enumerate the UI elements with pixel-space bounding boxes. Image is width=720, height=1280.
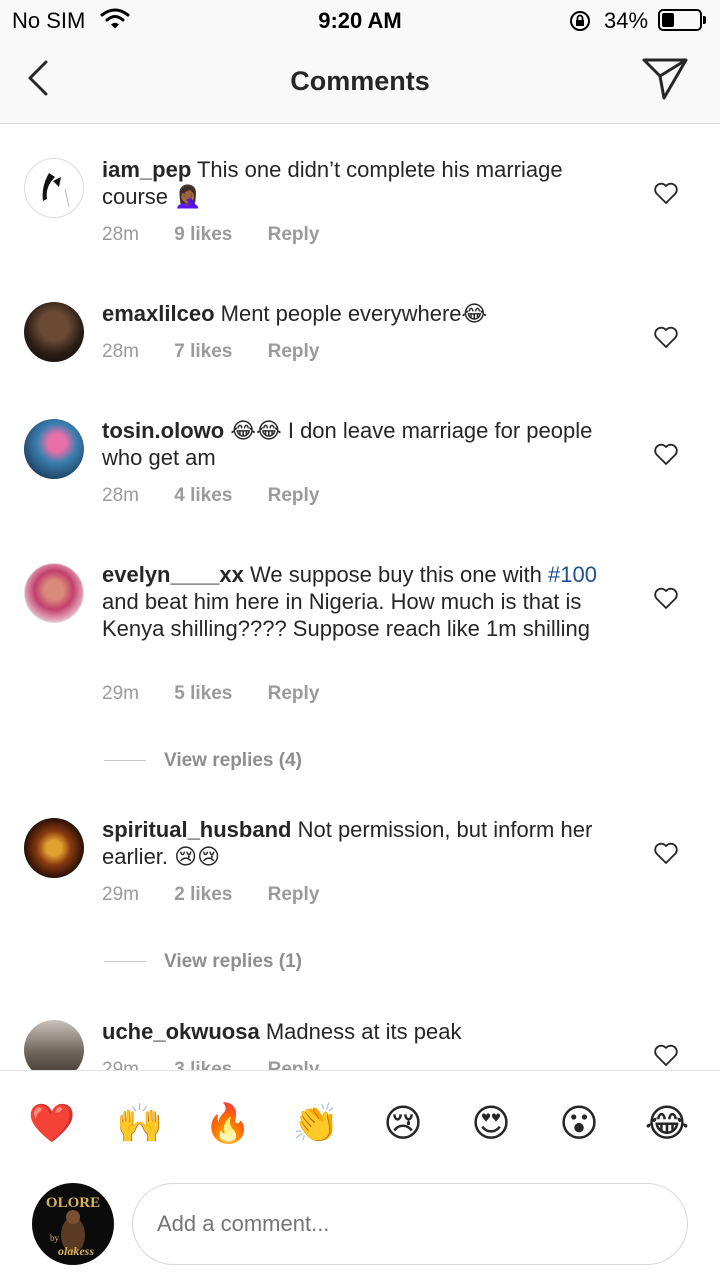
comment-time: 28m [102,224,139,245]
avatar[interactable] [24,563,84,623]
comment-likes[interactable]: 3 likes [174,1059,232,1070]
reply-button[interactable]: Reply [268,1059,320,1070]
like-heart-icon[interactable] [653,181,679,205]
comment-username[interactable]: emaxlilceo [102,301,215,326]
reply-button[interactable]: Reply [268,485,320,506]
comment-composer: OLORE by olakess [0,1175,720,1280]
comment-time: 29m [102,884,139,905]
direct-send-icon[interactable] [640,56,690,102]
comment-time: 29m [102,1059,139,1070]
hashtag-link[interactable]: #100 [548,562,597,587]
comment-meta: 28m 4 likes Reply [102,485,349,507]
comment-text: spiritual_husband Not permission, but in… [102,817,593,869]
page-title: Comments [290,66,430,96]
comment-meta: 28m 9 likes Reply [102,224,349,246]
current-user-avatar[interactable]: OLORE by olakess [32,1183,114,1265]
svg-text:olakess: olakess [58,1244,94,1258]
status-bar: No SIM 9:20 AM 34% [0,0,720,40]
view-replies-button[interactable]: View replies (4) [104,750,302,772]
comment-username[interactable]: iam_pep [102,157,191,182]
red-heart-emoji[interactable]: ❤️ [28,1101,75,1147]
comment-input[interactable] [132,1183,688,1265]
like-heart-icon[interactable] [653,325,679,349]
comment-time: 29m [102,683,139,704]
comment-username[interactable]: uche_okwuosa [102,1019,260,1044]
comment-time: 28m [102,485,139,506]
svg-text:OLORE: OLORE [46,1195,100,1211]
raising-hands-emoji[interactable]: 🙌 [116,1101,163,1147]
comment-username[interactable]: tosin.olowo [102,418,224,443]
reply-button[interactable]: Reply [268,683,320,704]
comment-meta: 29m 3 likes Reply [102,1059,349,1070]
emoji-reaction-bar: ❤️ 🙌 🔥 👏 😢 😍 😮 😂 [0,1070,720,1175]
avatar[interactable] [24,419,84,479]
like-heart-icon[interactable] [653,442,679,466]
reply-button[interactable]: Reply [268,341,320,362]
battery-percent: 34% [604,8,649,33]
comment-time: 28m [102,341,139,362]
like-heart-icon[interactable] [653,841,679,865]
reply-button[interactable]: Reply [268,884,320,905]
comment-likes[interactable]: 5 likes [174,683,232,704]
clapping-hands-emoji[interactable]: 👏 [292,1101,339,1147]
crying-face-emoji[interactable]: 😢 [380,1101,426,1147]
battery-icon [658,9,706,31]
comment-likes[interactable]: 2 likes [174,884,232,905]
like-heart-icon[interactable] [653,1043,679,1067]
comment-likes[interactable]: 4 likes [174,485,232,506]
rotation-lock-icon [570,11,590,31]
comment-text: uche_okwuosa Madness at its peak [102,1019,462,1044]
comment-likes[interactable]: 9 likes [174,224,232,245]
comment-meta: 29m 2 likes Reply [102,884,349,906]
comment-text: emaxlilceo Ment people everywhere😂 [102,301,488,326]
tears-of-joy-emoji[interactable]: 😂 [644,1101,690,1147]
comments-list[interactable]: iam_pep This one didn’t complete his mar… [0,125,720,1070]
comment-text: tosin.olowo 😂😂 I don leave marriage for … [102,418,593,470]
comment-username[interactable]: evelyn____xx [102,562,244,587]
reply-button[interactable]: Reply [268,224,320,245]
avatar[interactable] [24,158,84,218]
comment-likes[interactable]: 7 likes [174,341,232,362]
avatar[interactable] [24,818,84,878]
nav-bar: Comments [0,40,720,124]
comment-meta: 28m 7 likes Reply [102,341,349,363]
comment-text: evelyn____xx We suppose buy this one wit… [102,562,597,641]
surprised-face-emoji[interactable]: 😮 [556,1101,602,1147]
avatar[interactable] [24,1020,84,1070]
like-heart-icon[interactable] [653,586,679,610]
svg-text:by: by [50,1233,60,1243]
view-replies-button[interactable]: View replies (1) [104,951,302,973]
comment-username[interactable]: spiritual_husband [102,817,291,842]
heart-eyes-emoji[interactable]: 😍 [468,1101,514,1147]
fire-emoji[interactable]: 🔥 [204,1101,251,1147]
comment-text: iam_pep This one didn’t complete his mar… [102,157,563,209]
avatar[interactable] [24,302,84,362]
comment-meta: 29m 5 likes Reply [102,683,349,705]
